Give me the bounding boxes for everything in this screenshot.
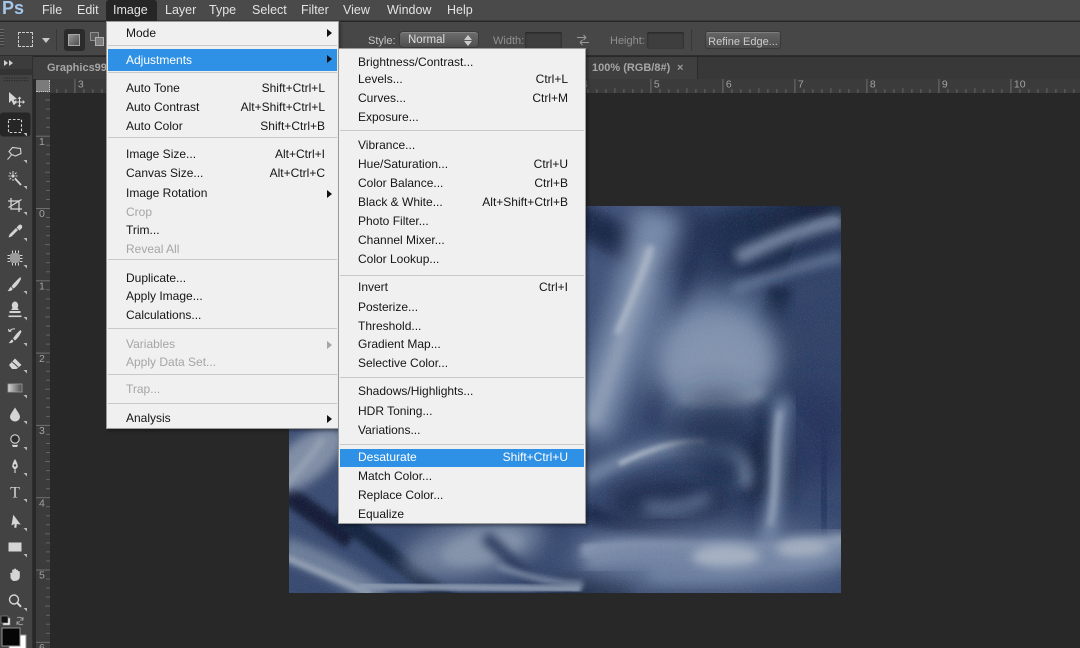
svg-text:8: 8 <box>870 79 876 91</box>
svg-text:3: 3 <box>39 425 45 437</box>
svg-text:5: 5 <box>654 79 660 91</box>
svg-text:6: 6 <box>726 79 732 91</box>
svg-text:1: 1 <box>39 136 45 148</box>
svg-text:2: 2 <box>39 353 45 365</box>
svg-text:9: 9 <box>942 79 948 91</box>
svg-text:T: T <box>10 485 20 502</box>
svg-text:5: 5 <box>39 570 45 582</box>
svg-text:4: 4 <box>39 497 45 509</box>
svg-text:10: 10 <box>1014 79 1026 91</box>
svg-text:6: 6 <box>39 642 45 648</box>
svg-text:0: 0 <box>39 208 45 220</box>
svg-text:3: 3 <box>78 79 84 91</box>
svg-text:7: 7 <box>798 79 804 91</box>
svg-text:1: 1 <box>39 281 45 293</box>
